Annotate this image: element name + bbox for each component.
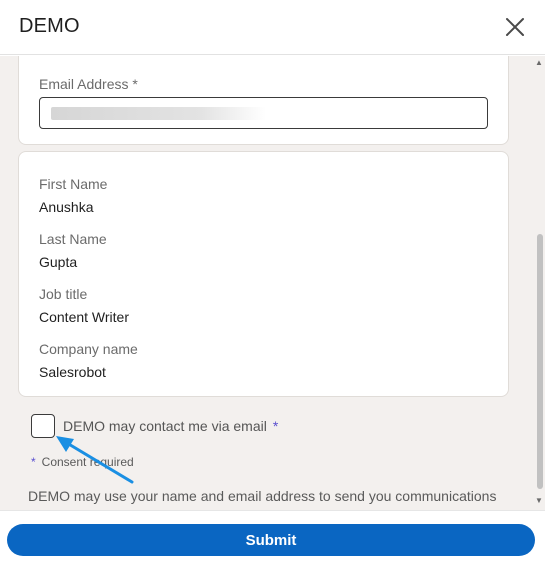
scroll-up-icon[interactable]: ▲ bbox=[535, 58, 543, 67]
email-input[interactable] bbox=[39, 97, 488, 129]
email-card: Email Address * bbox=[18, 56, 509, 145]
last-name-value: Gupta bbox=[39, 254, 78, 270]
disclaimer-text: DEMO may use your name and email address… bbox=[28, 488, 497, 504]
close-button[interactable] bbox=[502, 14, 528, 40]
consent-required-marker: * bbox=[272, 418, 279, 434]
consent-label-text: DEMO may contact me via email bbox=[63, 418, 267, 434]
first-name-label: First Name bbox=[39, 176, 108, 192]
modal-header: DEMO bbox=[0, 0, 545, 55]
last-name-label: Last Name bbox=[39, 231, 107, 247]
job-title-label: Job title bbox=[39, 286, 88, 302]
vertical-scrollbar[interactable]: ▲ ▼ bbox=[532, 56, 545, 510]
submit-button[interactable]: Submit bbox=[7, 524, 535, 556]
profile-card: First Name Anushka Last Name Gupta Job t… bbox=[18, 151, 509, 397]
modal-title: DEMO bbox=[19, 15, 80, 37]
consent-note-marker: * bbox=[31, 455, 36, 469]
form-scroll-area[interactable]: Email Address * First Name Anushka Last … bbox=[0, 56, 545, 510]
consent-label: DEMO may contact me via email * bbox=[63, 418, 278, 434]
consent-note-text: Consent required bbox=[41, 455, 134, 469]
company-name-label: Company name bbox=[39, 341, 138, 357]
job-title-value: Content Writer bbox=[39, 309, 129, 325]
first-name-value: Anushka bbox=[39, 199, 94, 215]
company-name-value: Salesrobot bbox=[39, 364, 106, 380]
consent-checkbox[interactable] bbox=[31, 414, 55, 438]
scroll-down-icon[interactable]: ▼ bbox=[535, 496, 543, 505]
modal-footer: Submit bbox=[0, 510, 545, 565]
scrollbar-thumb[interactable] bbox=[537, 234, 543, 489]
email-label: Email Address * bbox=[39, 76, 138, 92]
close-icon bbox=[506, 18, 524, 36]
consent-note: * Consent required bbox=[31, 455, 134, 469]
